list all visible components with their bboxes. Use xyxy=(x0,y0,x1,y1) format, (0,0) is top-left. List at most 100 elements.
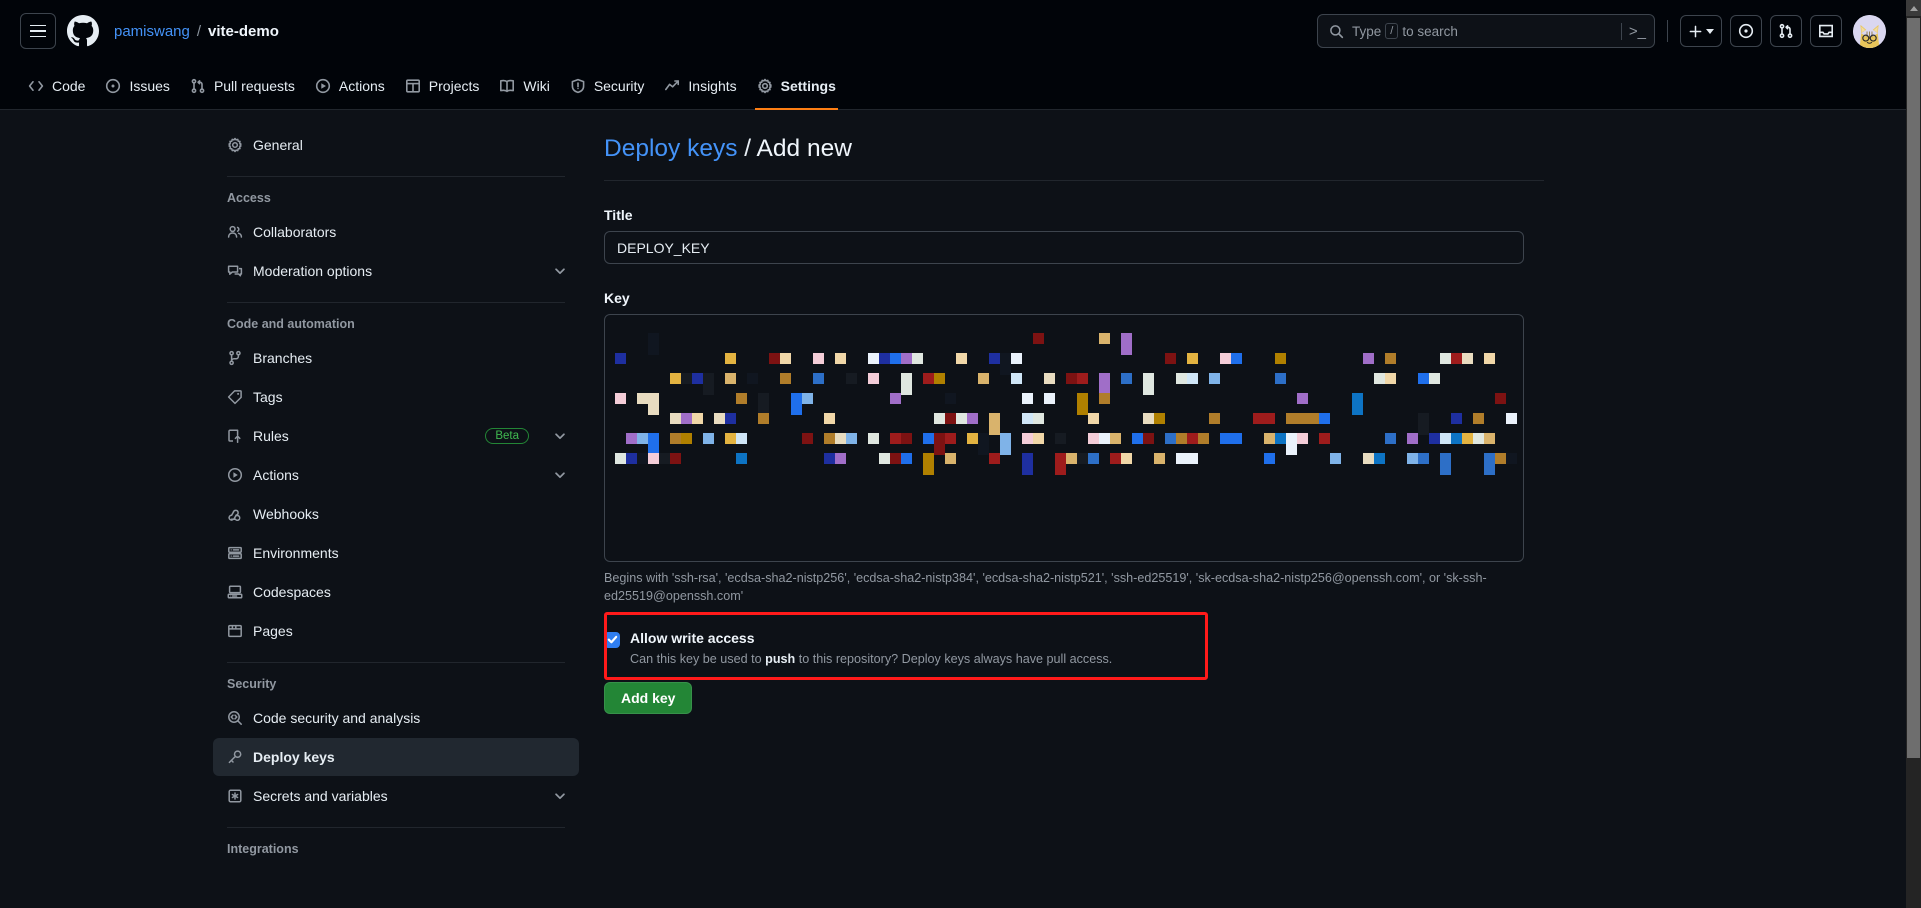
search-input[interactable]: Type / to search >_ xyxy=(1317,14,1655,48)
tab-actions[interactable]: Actions xyxy=(305,62,395,110)
sidebar-item-label: Tags xyxy=(253,389,283,405)
avatar[interactable] xyxy=(1853,14,1886,48)
tab-wiki[interactable]: Wiki xyxy=(489,62,559,110)
tab-label: Code xyxy=(52,77,86,94)
tab-projects[interactable]: Projects xyxy=(395,62,490,110)
tab-label: Pull requests xyxy=(213,77,295,94)
sidebar-item-codespaces[interactable]: Codespaces xyxy=(213,573,579,611)
allow-write-access-label[interactable]: Allow write access xyxy=(630,630,1112,646)
git-pull-request-icon xyxy=(191,78,205,93)
desc-bold: push xyxy=(765,651,796,666)
app-header: pamiswang / vite-demo Type / to search >… xyxy=(0,0,1906,62)
avatar-image xyxy=(1853,14,1886,48)
sidebar-divider xyxy=(227,176,565,177)
tab-label: Actions xyxy=(338,77,385,94)
gear-icon xyxy=(228,137,242,153)
header-divider xyxy=(1667,20,1668,42)
sidebar-item-general[interactable]: General xyxy=(213,126,579,164)
sidebar-item-collaborators[interactable]: Collaborators xyxy=(213,213,579,251)
key-redacted-content xyxy=(605,315,1523,561)
check-icon xyxy=(607,635,617,644)
webhook-icon xyxy=(228,509,241,522)
title-input[interactable] xyxy=(604,231,1524,264)
chevron-down-icon[interactable] xyxy=(553,264,567,278)
scroll-up-arrow-icon[interactable] xyxy=(1906,0,1921,16)
asterisk-icon xyxy=(228,789,242,803)
tab-label: Projects xyxy=(428,77,480,94)
sidebar-item-actions[interactable]: Actions xyxy=(213,456,579,494)
sidebar-item-label: Rules xyxy=(253,428,289,444)
tab-code[interactable]: Code xyxy=(18,62,95,110)
graph-icon xyxy=(665,79,680,90)
chevron-down-icon[interactable] xyxy=(553,468,567,482)
sidebar-group-integrations: Integrations xyxy=(227,842,299,856)
breadcrumb-deploy-keys-link[interactable]: Deploy keys xyxy=(604,135,737,162)
sidebar-item-rules[interactable]: Rules Beta xyxy=(213,417,579,455)
tab-insights[interactable]: Insights xyxy=(654,62,746,110)
sidebar-item-label: Secrets and variables xyxy=(253,788,388,804)
sidebar-item-label: Moderation options xyxy=(253,263,373,279)
sidebar-item-secrets-and-variables[interactable]: Secrets and variables xyxy=(213,777,579,815)
code-icon xyxy=(28,80,44,91)
sidebar-divider xyxy=(227,302,565,303)
sidebar-group-code-and-automation: Code and automation xyxy=(227,317,355,331)
sidebar-item-label: Code security and analysis xyxy=(253,710,421,726)
issue-opened-icon xyxy=(1738,23,1754,39)
tab-label: Issues xyxy=(129,77,170,94)
sidebar-item-label: Actions xyxy=(253,467,299,483)
breadcrumb-separator: / xyxy=(196,22,202,40)
sidebar-item-tags[interactable]: Tags xyxy=(213,378,579,416)
resize-handle-icon[interactable] xyxy=(1508,546,1520,558)
key-help-text: Begins with 'ssh-rsa', 'ecdsa-sha2-nistp… xyxy=(604,571,1487,604)
repo-breadcrumb: pamiswang / vite-demo xyxy=(114,23,279,40)
tab-label: Wiki xyxy=(523,77,550,94)
issues-button[interactable] xyxy=(1730,15,1762,47)
sidebar-item-label: Pages xyxy=(253,623,293,639)
sidebar-item-deploy-keys[interactable]: Deploy keys xyxy=(213,738,579,776)
search-slash-key: / xyxy=(1385,23,1399,39)
repo-navigation: Code Issues Pull requests Actions Projec… xyxy=(0,62,1906,110)
tab-pull-requests[interactable]: Pull requests xyxy=(180,62,305,110)
pull-requests-button[interactable] xyxy=(1770,15,1802,47)
search-ph-prefix: Type xyxy=(1352,23,1382,39)
page-scrollbar[interactable] xyxy=(1906,0,1921,908)
chevron-down-icon xyxy=(1706,28,1714,34)
github-logo-icon[interactable] xyxy=(66,14,100,48)
sidebar-item-label: Environments xyxy=(253,545,339,561)
issue-opened-icon xyxy=(106,78,121,93)
sidebar-group-access: Access xyxy=(227,191,271,205)
sidebar-item-webhooks[interactable]: Webhooks xyxy=(213,495,579,533)
key-textarea[interactable] xyxy=(604,314,1524,562)
inbox-button[interactable] xyxy=(1810,15,1842,47)
breadcrumb-current: Add new xyxy=(756,135,852,162)
key-icon xyxy=(228,750,242,764)
key-field-label: Key xyxy=(604,290,630,306)
scrollbar-thumb[interactable] xyxy=(1907,18,1920,758)
book-icon xyxy=(500,79,515,92)
shield-icon xyxy=(571,78,585,93)
allow-write-access-checkbox[interactable] xyxy=(604,631,620,648)
tab-settings[interactable]: Settings xyxy=(747,62,846,110)
add-key-button[interactable]: Add key xyxy=(604,681,693,714)
sidebar-item-environments[interactable]: Environments xyxy=(213,534,579,572)
chevron-down-icon[interactable] xyxy=(553,789,567,803)
title-field-label: Title xyxy=(604,207,633,223)
chevron-down-icon[interactable] xyxy=(553,429,567,443)
sidebar-item-pages[interactable]: Pages xyxy=(213,612,579,650)
command-palette-icon[interactable]: >_ xyxy=(1620,22,1646,40)
sidebar-divider xyxy=(227,662,565,663)
codespaces-icon xyxy=(227,585,243,599)
table-icon xyxy=(405,78,420,93)
server-icon xyxy=(228,546,242,560)
hamburger-menu-icon[interactable] xyxy=(20,13,56,49)
sidebar-item-branches[interactable]: Branches xyxy=(213,339,579,377)
breadcrumb-owner[interactable]: pamiswang xyxy=(114,23,190,40)
sidebar-item-moderation-options[interactable]: Moderation options xyxy=(213,252,579,290)
tab-issues[interactable]: Issues xyxy=(95,62,179,110)
git-branch-icon xyxy=(229,350,241,366)
tab-security[interactable]: Security xyxy=(560,62,655,110)
sidebar-item-code-security-and-analysis[interactable]: Code security and analysis xyxy=(213,699,579,737)
desc-post: to this repository? Deploy keys always h… xyxy=(795,651,1113,666)
create-new-button[interactable] xyxy=(1680,15,1722,47)
breadcrumb-repo[interactable]: vite-demo xyxy=(208,23,279,40)
